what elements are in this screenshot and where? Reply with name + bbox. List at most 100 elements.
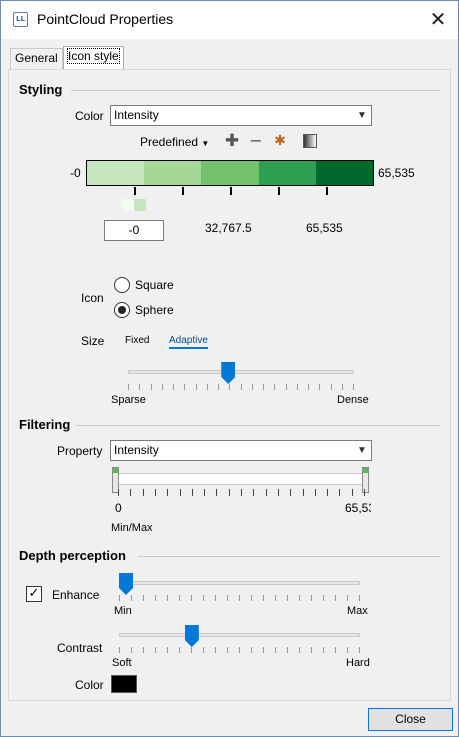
slider-tick (227, 647, 228, 653)
slider-tick (275, 647, 276, 653)
color-stop-tick[interactable] (134, 187, 136, 195)
contrast-max-label: Hard (346, 657, 370, 669)
tab-general-label: General (15, 51, 58, 65)
chevron-down-icon: ▼ (357, 445, 367, 456)
predefined-label: Predefined (140, 135, 199, 149)
slider-tick (296, 384, 298, 390)
range-tick (302, 489, 304, 496)
slider-tick (229, 384, 231, 390)
slider-tick (347, 595, 348, 601)
slider-tick (119, 647, 120, 653)
range-tick (216, 489, 218, 496)
slider-tick (323, 647, 324, 653)
slider-tick (215, 647, 216, 653)
app-icon: LL (13, 12, 28, 27)
range-tick (339, 489, 341, 496)
tab-icon-style-label: Icon style (67, 48, 120, 64)
depth-color-label: Color (75, 678, 104, 692)
range-slider-track[interactable] (114, 473, 367, 485)
range-tick (191, 489, 193, 496)
range-slider-ticks (118, 489, 365, 496)
slider-tick (203, 647, 204, 653)
enhance-checkbox[interactable]: ✓ (26, 586, 42, 602)
slider-tick (150, 384, 152, 390)
color-stop-tick[interactable] (326, 187, 328, 195)
selected-stop-swatch (134, 199, 146, 211)
edit-colors-icon[interactable]: ✱ (271, 132, 289, 150)
color-select[interactable]: Intensity ▼ (110, 105, 372, 126)
slider-tick (287, 595, 288, 601)
properties-window: LL PointCloud Properties ✕ General Icon … (0, 0, 459, 737)
slider-tick (143, 595, 144, 601)
gradient-icon[interactable] (301, 132, 319, 150)
slider-tick (195, 384, 197, 390)
range-tick (241, 489, 242, 496)
range-tick (130, 489, 132, 496)
range-tick (154, 489, 156, 496)
sphere-radio-label[interactable]: Sphere (135, 303, 174, 317)
tab-general[interactable]: General (10, 48, 63, 69)
tab-icon-style[interactable]: Icon style (63, 46, 124, 69)
range-tick (118, 489, 119, 496)
color-stop-tick[interactable] (230, 187, 232, 195)
slider-tick (308, 384, 309, 390)
square-radio-label[interactable]: Square (135, 278, 174, 292)
styling-divider (71, 90, 440, 91)
slider-tick (347, 647, 348, 653)
slider-tick (299, 595, 300, 601)
slider-tick (359, 595, 360, 601)
stop-value-input[interactable]: -0 (104, 220, 164, 241)
enhance-label[interactable]: Enhance (52, 588, 99, 602)
remove-stop-icon[interactable]: − (247, 132, 265, 150)
checkmark-icon: ✓ (28, 586, 40, 601)
color-select-value: Intensity (114, 108, 159, 122)
filtering-divider (76, 425, 440, 426)
contrast-label: Contrast (57, 641, 103, 655)
close-icon[interactable]: ✕ (421, 5, 455, 35)
color-stop-tick[interactable] (278, 187, 280, 195)
property-select[interactable]: Intensity ▼ (110, 440, 372, 461)
slider-tick (128, 384, 129, 390)
slider-tick (131, 647, 132, 653)
contrast-min-label: Soft (112, 657, 132, 669)
slider-tick (319, 384, 321, 390)
slider-tick (179, 647, 180, 653)
slider-tick (184, 384, 186, 390)
slider-tick (215, 595, 216, 601)
close-button[interactable]: Close (368, 708, 453, 731)
dropdown-arrow-icon: ▼ (201, 139, 210, 148)
slider-tick (173, 384, 174, 390)
predefined-button[interactable]: Predefined ▼ (140, 135, 209, 149)
slider-tick (240, 384, 242, 390)
add-stop-icon[interactable]: ✚ (223, 132, 241, 150)
slider-tick (341, 384, 343, 390)
color-bar[interactable] (86, 160, 374, 186)
range-tick (265, 489, 267, 496)
range-tick (314, 489, 316, 496)
slider-tick (287, 647, 288, 653)
slider-tick (335, 595, 336, 601)
enhance-min-label: Min (114, 605, 132, 617)
range-tick (167, 489, 169, 496)
enhance-slider-track[interactable] (119, 581, 360, 585)
slider-tick (285, 384, 287, 390)
slider-tick (143, 647, 144, 653)
size-mode-adaptive[interactable]: Adaptive (169, 335, 208, 349)
slider-tick (155, 595, 156, 601)
size-mode-fixed[interactable]: Fixed (125, 335, 149, 346)
slider-tick (239, 595, 240, 601)
size-slider-track[interactable] (128, 370, 354, 374)
slider-tick (239, 647, 240, 653)
range-min-value: 0 (115, 501, 122, 515)
slider-tick (311, 647, 312, 653)
range-tick (228, 489, 230, 496)
color-stop-tick[interactable] (182, 187, 184, 195)
depth-color-swatch[interactable] (111, 675, 137, 693)
range-max-value: 65,53 (345, 501, 371, 515)
contrast-slider-track[interactable] (119, 633, 360, 637)
square-radio[interactable] (114, 277, 130, 293)
chevron-down-icon: ▼ (357, 110, 367, 121)
slider-tick (155, 647, 156, 653)
sphere-radio[interactable] (114, 302, 130, 318)
slider-tick (335, 647, 336, 653)
